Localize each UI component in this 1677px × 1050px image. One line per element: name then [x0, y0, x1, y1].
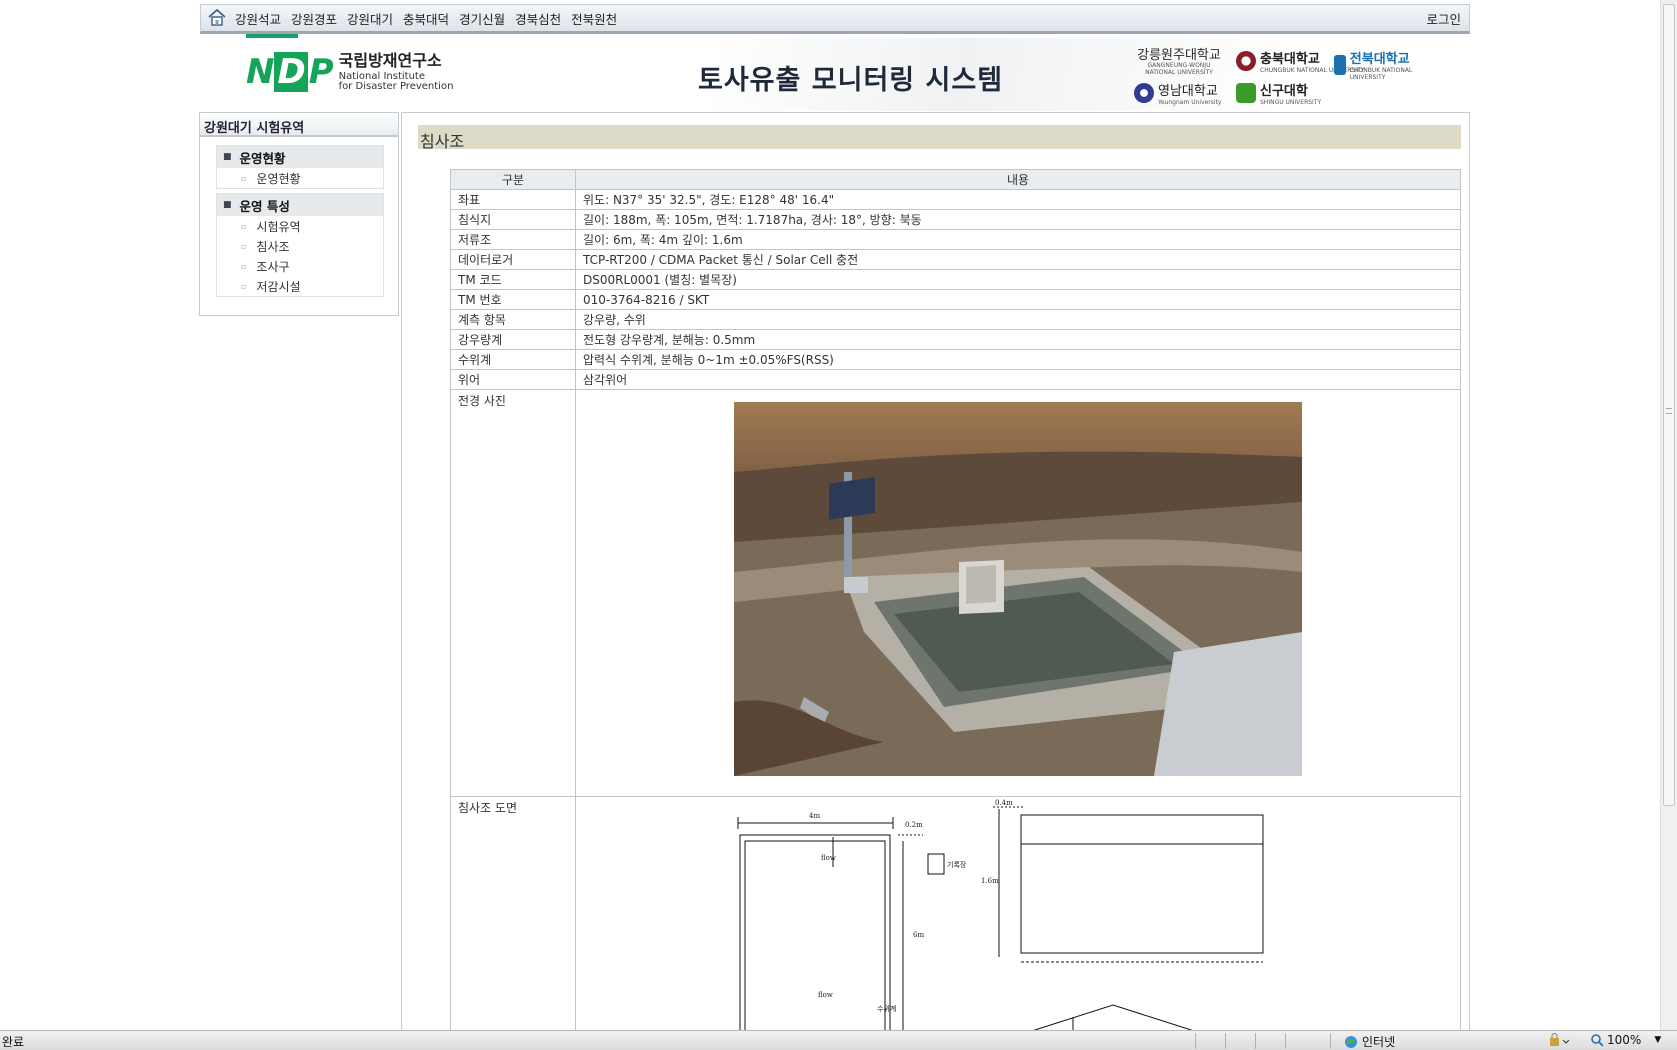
menu-item-jeonbuk-woncheon[interactable]: 전북원천 [571, 9, 617, 28]
table-row: 저류조 길이: 6m, 폭: 4m 깊이: 1.6m [450, 229, 1461, 250]
drawing-dim-1-6m: 1.6m [981, 877, 999, 885]
menu-item-gangwon-seokgyo[interactable]: 강원석교 [235, 9, 281, 28]
zoom-control[interactable]: 100% ▼ [1590, 1033, 1661, 1047]
logo-english-name-1: National Institute [338, 70, 426, 82]
drawing-dim-0-2m: 0.2m [905, 821, 923, 829]
drawing-dim-6m: 6m [913, 931, 924, 939]
drawing-cell: 4m 0.2m flow 기록장 6m 0.4m 1.6m flow 수위계 [575, 796, 1461, 1038]
table-row: 수위계 압력식 수위계, 분해능 0~1m ±0.05%FS(RSS) [450, 349, 1461, 370]
drawing-level-gauge: 수위계 [877, 1004, 896, 1013]
site-header: NDP 국립방재연구소 National Institute for Disas… [200, 38, 1470, 111]
drawing-dim-0-4m: 0.4m [995, 799, 1013, 807]
partner-chonbuk: 전북대학교 CHONBUK NATIONAL UNIVERSITY [1334, 48, 1434, 81]
sidebar-group-characteristics: ■ 운영 특성 ▫ 시험유역 ▫ 침사조 ▫ 조사구 ▫ 저감시설 [216, 193, 384, 297]
sediment-basin-drawing: 4m 0.2m flow 기록장 6m 0.4m 1.6m flow 수위계 [583, 797, 1453, 1037]
menu-item-gyeonggi-sinwol[interactable]: 경기신월 [459, 9, 505, 28]
sidebar-item-status[interactable]: ▫ 운영현황 [217, 168, 383, 188]
sidebar-item-sediment-basin[interactable]: ▫ 침사조 [217, 236, 383, 256]
drawing-dim-4m: 4m [809, 812, 820, 820]
protected-mode-icon[interactable] [1548, 1033, 1570, 1050]
scrollbar-thumb[interactable] [1663, 4, 1675, 806]
logo-english-name-2: for Disaster Prevention [338, 80, 454, 92]
bullet-icon: ▫ [241, 221, 247, 231]
table-header-content: 내용 [575, 169, 1461, 190]
browser-page: 강원석교 강원경포 강원대기 충북대덕 경기신월 경북심천 전북원천 로그인 N… [0, 0, 1677, 1050]
menu-item-gangwon-gyeongpo[interactable]: 강원경포 [291, 9, 337, 28]
sidebar-group-status: ■ 운영현황 ▫ 운영현황 [216, 145, 384, 189]
vertical-scrollbar[interactable] [1660, 0, 1677, 1030]
status-divider [1225, 1033, 1226, 1049]
table-row: 좌표 위도: N37° 35' 32.5", 경도: E128° 48' 16.4… [450, 189, 1461, 210]
table-row-photo: 전경 사진 [450, 389, 1461, 797]
logo-korean-name: 국립방재연구소 [338, 50, 442, 70]
menu-item-gyeongbuk-simcheon[interactable]: 경북심천 [515, 9, 561, 28]
photo-cell [575, 389, 1461, 797]
drawing-flow-top: flow [821, 854, 836, 862]
table-row: 데이터로거 TCP-RT200 / CDMA Packet 통신 / Solar … [450, 249, 1461, 270]
photo-label: 전경 사진 [450, 389, 576, 797]
status-divider [1195, 1033, 1196, 1049]
bullet-icon: ■ [223, 200, 232, 210]
top-menu: 강원석교 강원경포 강원대기 충북대덕 경기신월 경북심천 전북원천 [235, 9, 617, 28]
table-row: 강우량계 전도형 강우량계, 분해능: 0.5mm [450, 329, 1461, 350]
security-zone[interactable]: 인터넷 [1344, 1033, 1395, 1050]
status-divider [1255, 1033, 1256, 1049]
sidebar-item-test-basin[interactable]: ▫ 시험유역 [217, 216, 383, 236]
bullet-icon: ▫ [241, 261, 247, 271]
partner-logos: 강릉원주대학교 GANGNEUNG-WONJU NATIONAL UNIVERS… [1134, 44, 1434, 106]
top-nav: 강원석교 강원경포 강원대기 충북대덕 경기신월 경북심천 전북원천 로그인 [200, 4, 1470, 34]
partner-gangneung-wonju: 강릉원주대학교 GANGNEUNG-WONJU NATIONAL UNIVERS… [1137, 48, 1221, 76]
table-header-category: 구분 [450, 169, 576, 190]
yeungnam-emblem-icon [1134, 83, 1154, 103]
zoom-icon [1591, 1034, 1604, 1047]
sidebar-group-head-characteristics[interactable]: ■ 운영 특성 [217, 194, 383, 216]
section-title: 침사조 [418, 125, 1461, 151]
menu-item-chungbuk-daedeok[interactable]: 충북대덕 [403, 9, 449, 28]
table-row: TM 번호 010-3764-8216 / SKT [450, 289, 1461, 310]
partner-shingu: 신구대학 SHINGU UNIVERSITY [1236, 80, 1321, 106]
shingu-emblem-icon [1236, 83, 1256, 103]
drawing-logger: 기록장 [947, 860, 967, 869]
partner-yeungnam: 영남대학교 Yeungnam University [1134, 80, 1221, 106]
sediment-basin-info-table: 구분 내용 좌표 위도: N37° 35' 32.5", 경도: E128° 48… [450, 169, 1461, 1038]
bullet-icon: ▫ [241, 241, 247, 251]
status-divider [1285, 1033, 1286, 1049]
scrollbar-grip-icon [1666, 408, 1672, 414]
sidebar-title: 강원대기 시험유역 [200, 113, 398, 137]
browser-status-bar: 완료 인터넷 100% ▼ [0, 1030, 1677, 1050]
bullet-icon: ▫ [241, 173, 247, 183]
chevron-down-icon: ▼ [1654, 1035, 1662, 1045]
table-row: TM 코드 DS00RL0001 (별칭: 별목장) [450, 269, 1461, 290]
table-row: 침식지 길이: 188m, 폭: 105m, 면적: 1.7187ha, 경사: … [450, 209, 1461, 230]
sidebar-item-reduction-facility[interactable]: ▫ 저감시설 [217, 276, 383, 296]
system-title: 토사유출 모니터링 시스템 [698, 65, 1004, 96]
status-divider [1330, 1033, 1331, 1049]
main-content: 침사조 구분 내용 좌표 위도: N37° 35' 32.5", 경도: E128… [401, 112, 1470, 1038]
chungbuk-emblem-icon [1236, 51, 1256, 71]
bullet-icon: ▫ [241, 281, 247, 291]
table-row: 계측 항목 강우량, 수위 [450, 309, 1461, 330]
drawing-flow-bottom: flow [818, 991, 833, 999]
left-sidebar: 강원대기 시험유역 ■ 운영현황 ▫ 운영현황 ■ 운영 특성 ▫ 시험유역 ▫… [199, 112, 399, 316]
table-row-drawing: 침사조 도면 4m 0.2m flow 기록장 6m 0.4m 1.6m flo… [450, 796, 1461, 1038]
table-row: 위어 삼각위어 [450, 369, 1461, 390]
site-photo [734, 402, 1302, 776]
drawing-label: 침사조 도면 [450, 796, 576, 1038]
ndp-logo[interactable]: NDP 국립방재연구소 National Institute for Disas… [246, 52, 453, 92]
globe-icon [1345, 1035, 1357, 1048]
sidebar-item-survey-plot[interactable]: ▫ 조사구 [217, 256, 383, 276]
menu-item-gangwon-daegi[interactable]: 강원대기 [347, 9, 393, 28]
login-link[interactable]: 로그인 [1426, 9, 1461, 28]
sidebar-group-head-status[interactable]: ■ 운영현황 [217, 146, 383, 168]
ndp-logo-mark: NDP [246, 52, 334, 92]
home-icon[interactable] [207, 8, 229, 28]
bullet-icon: ■ [223, 152, 232, 162]
chonbuk-emblem-icon [1334, 54, 1346, 75]
status-text: 완료 [2, 1035, 25, 1049]
